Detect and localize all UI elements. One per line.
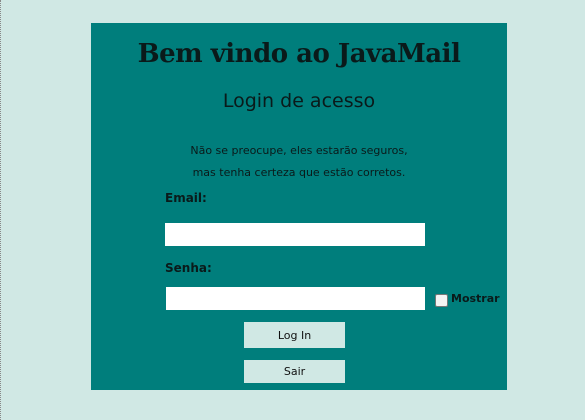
show-password-checkbox[interactable] [435, 294, 448, 307]
page-title: Bem vindo ao JavaMail [137, 39, 461, 69]
login-panel: Bem vindo ao JavaMail Login de acesso Nã… [91, 23, 507, 390]
email-label: Email: [165, 191, 207, 205]
email-input[interactable] [165, 223, 425, 246]
password-label: Senha: [165, 261, 212, 275]
exit-button[interactable]: Sair [244, 360, 345, 383]
password-input[interactable] [166, 287, 425, 310]
show-password-label[interactable]: Mostrar [451, 292, 500, 305]
login-button[interactable]: Log In [244, 322, 345, 348]
note-line-1: Não se preocupe, eles estarão seguros, [190, 144, 408, 157]
page-subtitle: Login de acesso [222, 90, 376, 112]
note-line-2: mas tenha certeza que estão corretos. [192, 166, 406, 179]
